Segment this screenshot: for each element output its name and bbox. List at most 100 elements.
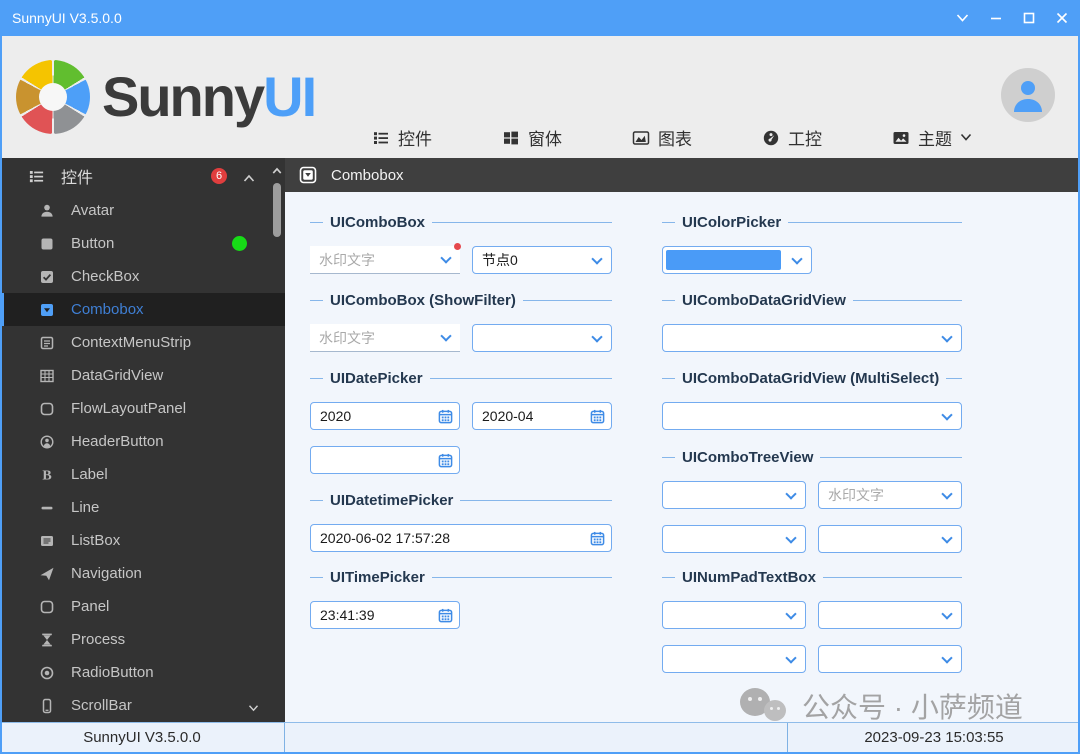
sidebar-item-label: DataGridView — [71, 367, 164, 384]
user-avatar[interactable] — [1001, 68, 1055, 122]
list-icon — [29, 170, 44, 182]
sidebar-item-label: Line — [71, 499, 100, 516]
sidebar-item-navigation[interactable]: Navigation — [0, 557, 285, 590]
close-icon — [1056, 12, 1067, 24]
showfilter-combo[interactable] — [472, 324, 612, 352]
sidebar-item-label: ContextMenuStrip — [71, 334, 192, 351]
statusbar: SunnyUI V3.5.0.0 2023-09-23 15:03:55 — [0, 722, 1080, 754]
combodatagrid-combo[interactable] — [662, 324, 962, 352]
chevron-down-icon — [941, 331, 953, 343]
checkbox-icon — [38, 268, 55, 285]
calendar-icon — [438, 608, 453, 626]
sidebar-item-avatar[interactable]: Avatar — [0, 194, 285, 227]
combobox-icon — [38, 301, 55, 318]
sidebar-item-button[interactable]: Button — [0, 227, 285, 260]
chevron-down-icon — [785, 652, 797, 664]
sidebar-item-combobox[interactable]: Combobox — [0, 293, 285, 326]
calendar-icon — [438, 453, 453, 471]
numpad-combo-3[interactable] — [662, 645, 806, 673]
nav-item-charts[interactable]: 图表 — [632, 125, 692, 150]
color-swatch — [666, 250, 781, 270]
showfilter-watermark-combo[interactable]: 水印文字 — [310, 324, 460, 352]
datepicker-year[interactable]: 2020 — [310, 402, 460, 430]
chevron-down-icon — [440, 330, 452, 342]
sidebar-item-headerbutton[interactable]: HeaderButton — [0, 425, 285, 458]
sidebar-header[interactable]: 控件 6 — [0, 158, 285, 194]
sidebar-item-label-control[interactable]: B Label — [0, 458, 285, 491]
colorpicker-combo[interactable] — [662, 246, 812, 274]
nav-label: 工控 — [788, 130, 822, 149]
logo-text-primary: Sunny — [102, 65, 265, 128]
nav-item-industrial[interactable]: 工控 — [762, 125, 822, 150]
nav-label: 主题 — [918, 130, 952, 149]
minimize-icon — [990, 17, 1001, 20]
group-uicombobox-showfilter: UIComboBox (ShowFilter) 水印文字 — [310, 290, 612, 352]
page-header: Combobox — [285, 158, 1080, 192]
sidebar-item-process[interactable]: Process — [0, 623, 285, 656]
datepicker-empty[interactable] — [310, 446, 460, 474]
collapse-button[interactable] — [243, 170, 255, 188]
nav-item-controls[interactable]: 控件 — [372, 125, 432, 150]
timepicker-field[interactable]: 23:41:39 — [310, 601, 460, 629]
panel-outline-icon — [38, 400, 55, 417]
chevron-down-icon — [785, 608, 797, 620]
group-title: UIColorPicker — [682, 213, 782, 231]
statusbar-middle — [285, 723, 788, 752]
sidebar-item-label: Panel — [71, 598, 110, 615]
sidebar-item-label: ScrollBar — [71, 697, 132, 714]
statusbar-datetime: 2023-09-23 15:03:55 — [864, 729, 1004, 746]
nav-item-forms[interactable]: 窗体 — [502, 125, 562, 150]
nav-item-themes[interactable]: 主题 — [892, 125, 972, 150]
sidebar-item-contextmenustrip[interactable]: ContextMenuStrip — [0, 326, 285, 359]
chart-icon — [632, 130, 650, 145]
sidebar-item-label: Button — [71, 235, 115, 252]
chevron-down-icon — [785, 488, 797, 500]
gauge-icon — [763, 130, 779, 145]
notification-dot — [454, 243, 461, 250]
bold-b-icon: B — [38, 466, 55, 483]
sidebar: 控件 6 Avatar Button CheckBox Combobox Con… — [0, 158, 285, 722]
sidebar-item-scrollbar[interactable]: ScrollBar — [0, 689, 285, 722]
combotree-combo-1[interactable] — [662, 481, 806, 509]
sidebar-item-datagridview[interactable]: DataGridView — [0, 359, 285, 392]
datepicker-month[interactable]: 2020-04 — [472, 402, 612, 430]
person-circle-icon — [38, 433, 55, 450]
close-button[interactable] — [1045, 0, 1078, 36]
numpad-combo-2[interactable] — [818, 601, 962, 629]
sidebar-item-flowlayoutpanel[interactable]: FlowLayoutPanel — [0, 392, 285, 425]
person-icon — [1014, 81, 1042, 112]
window-dropdown-button[interactable] — [946, 0, 979, 36]
chevron-down-icon — [941, 608, 953, 620]
combodatagrid-multi-combo[interactable] — [662, 402, 962, 430]
sidebar-item-listbox[interactable]: ListBox — [0, 524, 285, 557]
combotree-combo-3[interactable] — [662, 525, 806, 553]
sidebar-item-label: Label — [71, 466, 108, 483]
sidebar-item-label: CheckBox — [71, 268, 140, 285]
sidebar-item-panel[interactable]: Panel — [0, 590, 285, 623]
maximize-button[interactable] — [1012, 0, 1045, 36]
combotree-combo-4[interactable] — [818, 525, 962, 553]
minimize-button[interactable] — [979, 0, 1012, 36]
listbox-icon — [38, 532, 55, 549]
radio-icon — [38, 664, 55, 681]
numpad-combo-4[interactable] — [818, 645, 962, 673]
uicombobox-node-combo[interactable]: 节点0 — [472, 246, 612, 274]
window-title: SunnyUI V3.5.0.0 — [12, 10, 122, 26]
uicombobox-watermark-combo[interactable]: 水印文字 — [310, 243, 461, 274]
group-uicolorpicker: UIColorPicker — [662, 212, 962, 274]
sidebar-item-label: RadioButton — [71, 664, 154, 681]
chevron-down-icon — [941, 488, 953, 500]
sidebar-item-radiobutton[interactable]: RadioButton — [0, 656, 285, 689]
combotree-combo-2[interactable]: 水印文字 — [818, 481, 962, 509]
sidebar-item-line[interactable]: Line — [0, 491, 285, 524]
numpad-combo-1[interactable] — [662, 601, 806, 629]
image-icon — [893, 131, 909, 144]
nav-label: 窗体 — [528, 130, 562, 149]
menu-strip-icon — [38, 334, 55, 351]
group-uicombobox: UIComboBox 水印文字 节点0 — [310, 212, 612, 274]
sidebar-item-checkbox[interactable]: CheckBox — [0, 260, 285, 293]
chevron-down-icon — [440, 252, 452, 264]
button-icon — [38, 235, 55, 252]
datetimepicker-field[interactable]: 2020-06-02 17:57:28 — [310, 524, 612, 552]
group-uicombodatagridview-multiselect: UIComboDataGridView (MultiSelect) — [662, 368, 962, 430]
